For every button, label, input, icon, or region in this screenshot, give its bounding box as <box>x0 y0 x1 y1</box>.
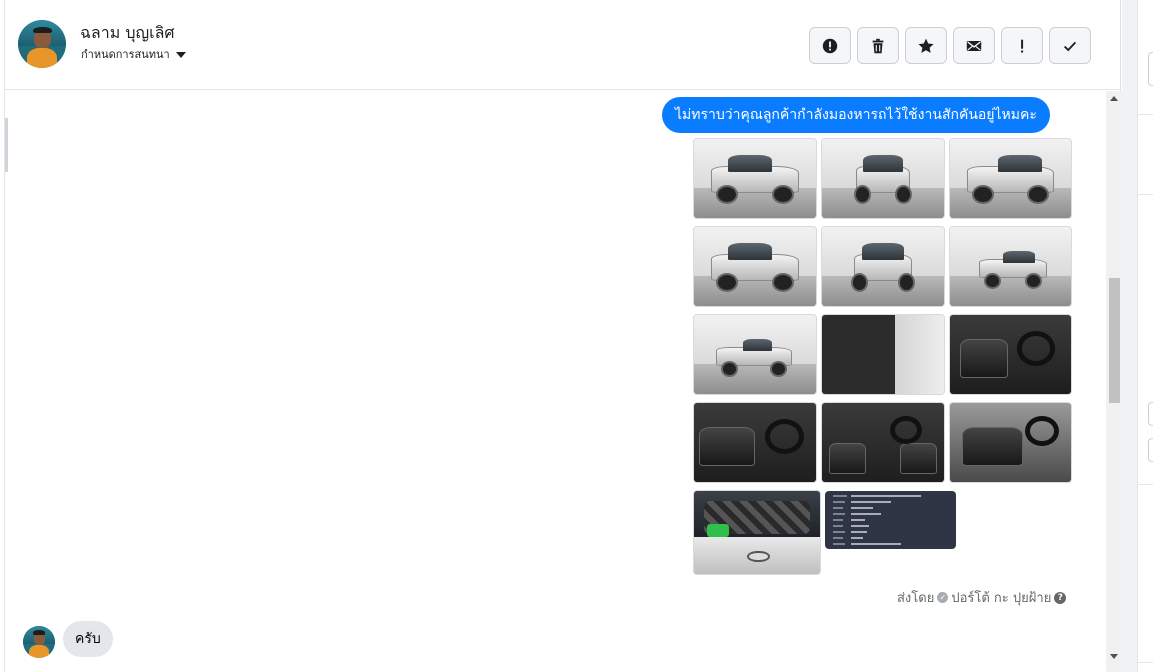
car-photo[interactable] <box>821 402 945 483</box>
conversation-panel: ฉลาม บุญเลิศ กำหนดการสนทนา ไม่ทราบว่าคุณ… <box>4 0 1122 672</box>
car-photo[interactable] <box>821 138 945 219</box>
contact-avatar[interactable] <box>18 20 66 68</box>
sent-by-label: ส่งโดย <box>897 591 935 606</box>
delete-button[interactable] <box>857 27 899 64</box>
details-field[interactable] <box>1148 52 1153 86</box>
details-field[interactable] <box>1148 402 1153 426</box>
assign-conversation-label: กำหนดการสนทนา <box>81 48 170 61</box>
photo-attachment-grid <box>693 138 1075 580</box>
incoming-message-bubble[interactable]: ครับ <box>63 621 113 657</box>
car-photo[interactable] <box>693 402 817 483</box>
car-photo[interactable] <box>821 314 945 395</box>
conversation-header: ฉลาม บุญเลิศ กำหนดการสนทนา <box>5 0 1121 90</box>
caret-down-icon <box>175 52 186 58</box>
scroll-up-arrow-icon[interactable] <box>1110 96 1118 101</box>
panel-gap <box>1122 0 1137 672</box>
vehicle-spec-image[interactable] <box>825 491 956 549</box>
contact-details-panel <box>1137 0 1153 672</box>
help-icon[interactable]: ? <box>1054 591 1067 604</box>
verified-icon: ✓ <box>937 592 949 603</box>
car-photo[interactable] <box>693 314 817 395</box>
car-photo[interactable] <box>949 402 1072 483</box>
checkmark-icon <box>1063 41 1077 51</box>
thread-scrollbar[interactable] <box>1106 91 1122 672</box>
mark-done-button[interactable] <box>1049 27 1091 64</box>
scroll-down-arrow-icon[interactable] <box>1110 654 1118 659</box>
inbox-window: ฉลาม บุญเลิศ กำหนดการสนทนา ไม่ทราบว่าคุณ… <box>0 0 1153 672</box>
car-photo[interactable] <box>949 314 1072 395</box>
exclamation-circle-icon <box>822 38 838 53</box>
sender-name[interactable]: ปอร์โต้ กะ ปุยฝ้าย <box>951 587 1051 608</box>
scrollbar-thumb[interactable] <box>1109 278 1120 403</box>
trash-icon <box>872 38 884 53</box>
car-photo[interactable] <box>821 226 945 307</box>
follow-up-button[interactable] <box>1001 27 1043 64</box>
mark-unread-button[interactable] <box>953 27 995 64</box>
car-photo[interactable] <box>949 138 1072 219</box>
car-photo[interactable] <box>693 226 817 307</box>
star-button[interactable] <box>905 27 947 64</box>
incoming-sender-avatar[interactable] <box>23 626 55 658</box>
exclamation-icon <box>1021 39 1024 53</box>
conversation-actions <box>809 27 1091 64</box>
details-field[interactable] <box>1148 438 1153 462</box>
assign-conversation-dropdown[interactable]: กำหนดการสนทนา <box>81 45 186 63</box>
spam-button[interactable] <box>809 27 851 64</box>
star-icon <box>918 38 934 53</box>
outgoing-message-bubble[interactable]: ไม่ทราบว่าคุณลูกค้ากำลังมองหารถไว้ใช้งาน… <box>662 97 1050 133</box>
contact-name[interactable]: ฉลาม บุญเลิศ <box>80 21 175 46</box>
message-thread: ไม่ทราบว่าคุณลูกค้ากำลังมองหารถไว้ใช้งาน… <box>5 91 1105 672</box>
sent-by-info: ส่งโดย ✓ ปอร์โต้ กะ ปุยฝ้าย ? <box>897 587 1067 608</box>
car-photo[interactable] <box>693 490 821 575</box>
car-photo[interactable] <box>693 138 817 219</box>
car-photo[interactable] <box>949 226 1072 307</box>
envelope-icon <box>966 40 982 51</box>
